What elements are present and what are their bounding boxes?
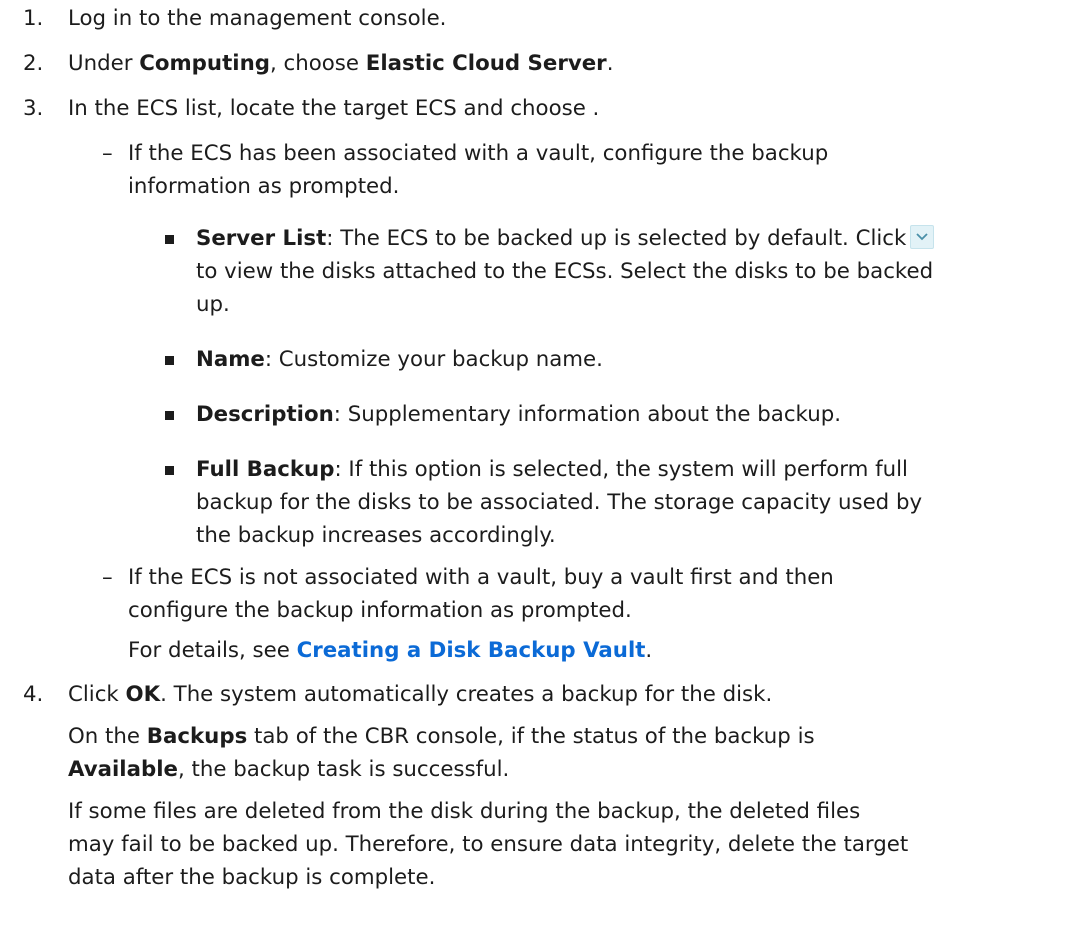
square-bullet bbox=[165, 235, 174, 244]
field-text-line: the backup increases accordingly. bbox=[196, 523, 556, 548]
para-line: Available, the backup task is successful… bbox=[68, 757, 510, 782]
para-line: If some files are deleted from the disk … bbox=[68, 799, 861, 824]
step-number: 3. bbox=[23, 96, 44, 121]
field-text-line: backup for the disks to be associated. T… bbox=[196, 490, 923, 515]
step-number: 2. bbox=[23, 51, 44, 76]
para-line: may fail to be backed up. Therefore, to … bbox=[68, 832, 909, 857]
ui-term-computing: Computing bbox=[139, 51, 270, 76]
step-number: 4. bbox=[23, 682, 44, 707]
ui-term-backups: Backups bbox=[146, 724, 248, 749]
square-bullet bbox=[165, 356, 174, 365]
square-bullet bbox=[165, 411, 174, 420]
dash-bullet: – bbox=[102, 141, 113, 166]
case-text-line: If the ECS is not associated with a vaul… bbox=[128, 565, 834, 590]
dash-bullet: – bbox=[102, 565, 113, 590]
step-text: Under Computing, choose Elastic Cloud Se… bbox=[68, 51, 614, 76]
field-text-line: Server List: The ECS to be backed up is … bbox=[196, 224, 935, 254]
case-text-line: information as prompted. bbox=[128, 174, 400, 199]
square-bullet bbox=[165, 466, 174, 475]
chevron-down-icon bbox=[916, 233, 928, 241]
field-label: Full Backup bbox=[196, 457, 335, 482]
step-text: Log in to the management console. bbox=[68, 6, 447, 31]
ui-term-available: Available bbox=[68, 757, 178, 782]
ui-term-ok: OK bbox=[125, 682, 161, 707]
expand-icon[interactable] bbox=[910, 225, 935, 249]
field-text-line: Name: Customize your backup name. bbox=[196, 347, 603, 372]
ui-term-elastic-cloud-server: Elastic Cloud Server bbox=[365, 51, 607, 76]
field-text-line: to view the disks attached to the ECSs. … bbox=[196, 259, 934, 284]
step-number: 1. bbox=[23, 6, 44, 31]
field-label: Server List bbox=[196, 226, 327, 251]
para-line: On the Backups tab of the CBR console, i… bbox=[68, 724, 815, 749]
field-label: Name bbox=[196, 347, 265, 372]
field-text-line: Description: Supplementary information a… bbox=[196, 402, 842, 427]
field-text-line: Full Backup: If this option is selected,… bbox=[196, 457, 908, 482]
step-text: Click OK. The system automatically creat… bbox=[68, 682, 773, 707]
case-text-line: If the ECS has been associated with a va… bbox=[128, 141, 829, 166]
details-line: For details, see Creating a Disk Backup … bbox=[128, 638, 653, 663]
field-text-line: up. bbox=[196, 292, 230, 317]
creating-disk-backup-vault-link[interactable]: Creating a Disk Backup Vault bbox=[297, 638, 646, 663]
step-text: In the ECS list, locate the target ECS a… bbox=[68, 96, 600, 121]
field-label: Description bbox=[196, 402, 334, 427]
case-text-line: configure the backup information as prom… bbox=[128, 598, 632, 623]
para-line: data after the backup is complete. bbox=[68, 865, 436, 890]
